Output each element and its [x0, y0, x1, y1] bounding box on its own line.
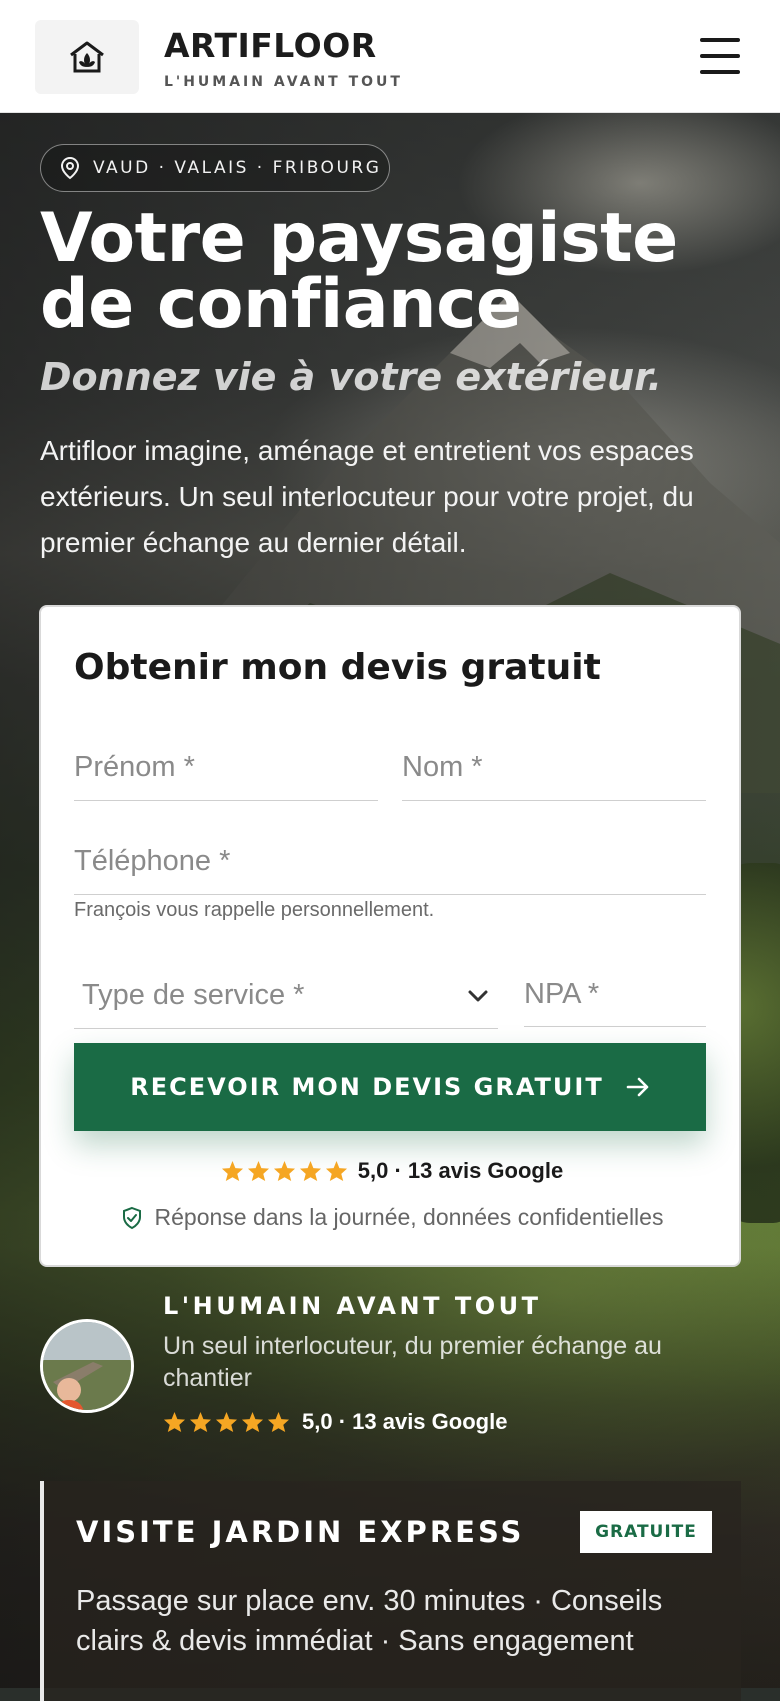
region-text: VAUD · VALAIS · FRIBOURG: [93, 158, 382, 178]
telephone-field[interactable]: [74, 829, 706, 895]
reassurance-text: Réponse dans la journée, données confide…: [154, 1204, 664, 1230]
quote-form-card: Obtenir mon devis gratuit François vous …: [39, 605, 741, 1267]
hamburger-menu-icon[interactable]: [694, 36, 744, 76]
npa-field[interactable]: [524, 963, 706, 1027]
avatar: [40, 1319, 134, 1413]
arrow-right-icon: [626, 1077, 649, 1097]
rating-text: 5,0 · 13 avis Google: [357, 1158, 564, 1183]
site-header: ARTIFLOOR L'HUMAIN AVANT TOUT: [0, 0, 780, 113]
hero-lead-text: Artifloor imagine, aménage et entretient…: [40, 435, 694, 558]
region-badge: VAUD · VALAIS · FRIBOURG: [40, 144, 390, 192]
submit-quote-button[interactable]: RECEVOIR MON DEVIS GRATUIT: [74, 1043, 706, 1131]
reassurance-row: Réponse dans la journée, données confide…: [41, 1204, 743, 1231]
nom-field[interactable]: [402, 735, 706, 801]
prenom-field[interactable]: [74, 735, 378, 801]
brand-name[interactable]: ARTIFLOOR: [164, 26, 377, 65]
hero-subtitle: Donnez vie à votre extérieur.: [40, 355, 662, 399]
logo[interactable]: [35, 20, 139, 94]
hero-title: Votre paysagiste de confiance: [40, 199, 678, 344]
star-icon: [267, 1411, 290, 1433]
owner-title: L'HUMAIN AVANT TOUT: [163, 1292, 542, 1320]
service-type-select[interactable]: Type de service *: [74, 963, 498, 1029]
star-icon: [247, 1160, 269, 1182]
star-icon: [273, 1160, 295, 1182]
star-icon: [299, 1160, 321, 1182]
star-icon: [189, 1411, 212, 1433]
brand-tagline: L'HUMAIN AVANT TOUT: [164, 74, 403, 90]
owner-google-rating: 5,0 · 13 avis Google: [163, 1409, 507, 1435]
callback-hint: François vous rappelle personnellement.: [74, 899, 435, 921]
star-icon: [241, 1411, 264, 1433]
submit-quote-label: RECEVOIR MON DEVIS GRATUIT: [130, 1073, 604, 1101]
free-badge: GRATUITE: [580, 1511, 712, 1553]
map-pin-icon: [60, 156, 80, 180]
shield-check-icon: [122, 1206, 141, 1229]
service-type-label: Type de service *: [82, 979, 305, 1011]
express-visit-panel: VISITE JARDIN EXPRESS GRATUITE Passage s…: [40, 1481, 741, 1701]
star-icon: [215, 1411, 238, 1433]
google-rating: 5,0 · 13 avis Google: [41, 1158, 743, 1184]
express-visit-title: VISITE JARDIN EXPRESS: [76, 1515, 525, 1549]
chevron-down-icon: [468, 990, 488, 1001]
express-visit-description: Passage sur place env. 30 minutes · Cons…: [76, 1585, 663, 1657]
star-icon: [221, 1160, 243, 1182]
rating-stars: [221, 1160, 348, 1182]
owner-rating-stars: [163, 1411, 290, 1433]
house-leaf-icon: [70, 41, 104, 73]
star-icon: [163, 1411, 186, 1433]
owner-rating-text: 5,0 · 13 avis Google: [302, 1409, 508, 1434]
form-title: Obtenir mon devis gratuit: [74, 647, 601, 688]
star-icon: [325, 1160, 347, 1182]
owner-description: Un seul interlocuteur, du premier échang…: [163, 1332, 662, 1392]
